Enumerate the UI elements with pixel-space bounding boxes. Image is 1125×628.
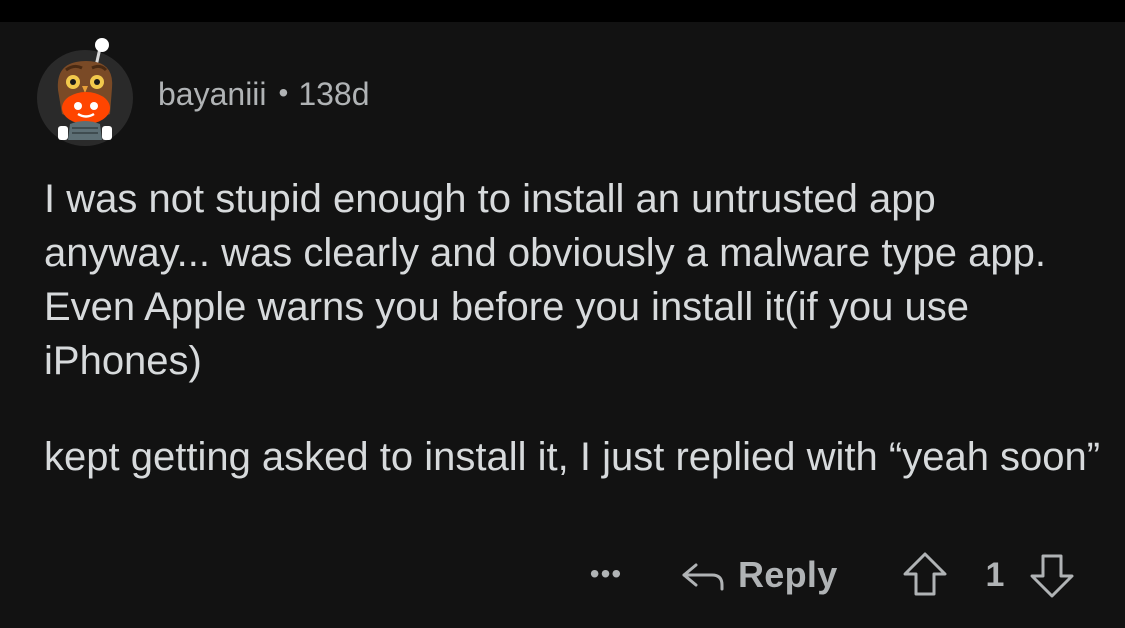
snoo-owl-avatar-icon[interactable] (36, 36, 134, 146)
comment-paragraph: I was not stupid enough to install an un… (44, 177, 1046, 383)
comment-paragraph: kept getting asked to install it, I just… (44, 435, 1101, 479)
reply-button[interactable]: Reply (678, 552, 838, 598)
more-options-icon[interactable]: ••• (584, 556, 628, 592)
comment-actions: ••• Reply 1 (0, 548, 1125, 602)
screen: bayaniii • 138d I was not stupid enough to… (0, 0, 1125, 628)
comment-meta: bayaniii • 138d (158, 76, 370, 113)
reply-label: Reply (738, 554, 838, 595)
upvote-arrow-icon[interactable] (899, 550, 951, 598)
meta-separator: • (278, 77, 289, 108)
author-username[interactable]: bayaniii (158, 76, 267, 112)
top-strip (0, 0, 1125, 22)
reply-arrow-icon (682, 563, 724, 591)
vote-count: 1 (985, 556, 1005, 594)
comment-age: 138d (298, 76, 370, 112)
comment-body: I was not stupid enough to install an un… (44, 172, 1104, 484)
comment-card: bayaniii • 138d I was not stupid enough to… (0, 22, 1125, 628)
downvote-arrow-icon[interactable] (1026, 552, 1078, 600)
